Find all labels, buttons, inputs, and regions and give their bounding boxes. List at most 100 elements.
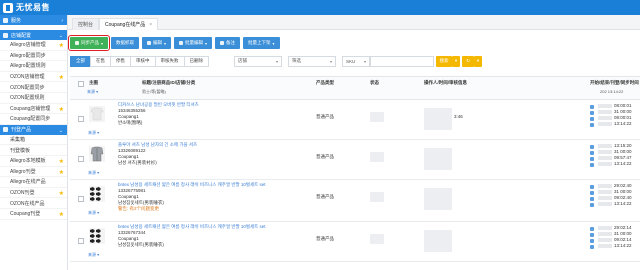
row-checkbox[interactable] — [78, 116, 84, 122]
sidebar-item[interactable]: Allegro配置规则 — [0, 61, 67, 72]
sidebar-item-label: 采集箱 — [10, 137, 26, 144]
times-column: 13:15:20 31 00:00 09:57:47 13:14:22 — [598, 143, 632, 167]
table-row[interactable]: 来源 ▾ bntex 남성용 세트패션 얇은 여름 정사 래쉬 비즈니스 캐주얼… — [70, 222, 640, 262]
sidebar-item[interactable]: OZON配置同步 — [0, 82, 67, 93]
product-thumbnail[interactable] — [89, 106, 105, 122]
product-thumbnail[interactable] — [89, 146, 105, 162]
button-label: 数据抓取 — [116, 40, 135, 45]
refresh-options-button[interactable]: ▾ — [474, 55, 482, 67]
data-fetch-button[interactable]: 数据抓取 — [111, 37, 140, 49]
calendar-icon — [590, 151, 594, 155]
product-thumbnail[interactable] — [89, 228, 105, 244]
sidebar-item[interactable]: Allegro在线产品 — [0, 177, 67, 188]
store-select[interactable]: 店铺 ▾ — [234, 55, 282, 67]
star-icon[interactable]: ★ — [59, 74, 64, 81]
start-time: 29:02:40 — [614, 183, 632, 188]
start-time: 29:02:14 — [614, 225, 632, 230]
star-icon[interactable]: ★ — [59, 169, 64, 176]
operator-info — [424, 108, 452, 130]
refresh-button[interactable]: ↻ — [462, 55, 474, 67]
source-dropdown[interactable]: 来源 ▾ — [88, 170, 99, 176]
search-options-button[interactable]: ▾ — [452, 55, 460, 67]
category: 남성잠옷세트(男装睡衣) — [118, 242, 164, 247]
note-button[interactable]: 备注 — [215, 37, 241, 49]
sidebar-item[interactable]: 采集箱 — [0, 135, 67, 146]
sidebar-section-publish[interactable]: 刊登产品 ⌄ — [0, 124, 67, 135]
sidebar-item[interactable]: Coupang店铺管理 ★ — [0, 104, 67, 115]
sidebar-item[interactable]: Allegro配置同步 — [0, 51, 67, 62]
table-row[interactable]: 来源 ▾ 디커쓰스 남녀공용 멀빈 오버핏 반팔 티셔츠 15346355256… — [70, 100, 640, 140]
status-select[interactable]: 筛选 ▾ — [288, 55, 336, 67]
batch-delist-button[interactable]: 批量上下架 ▾ — [243, 37, 280, 49]
end-time: 31 00:00 — [614, 149, 632, 154]
select-all-checkbox[interactable] — [78, 81, 84, 87]
star-icon[interactable]: ★ — [59, 211, 64, 218]
search-input[interactable] — [370, 55, 434, 67]
source-dropdown[interactable]: 来源 ▾ — [88, 130, 99, 136]
search-button[interactable]: 搜索 — [436, 55, 452, 67]
publish-time: 09:02:40 — [614, 195, 632, 200]
filter-tab[interactable]: 在售 — [90, 55, 111, 67]
chevron-down-icon: ▾ — [363, 58, 366, 64]
sidebar-item-label: OZON配置规则 — [10, 95, 45, 102]
app-logo[interactable]: 无忧易售 — [0, 0, 68, 15]
tab-label: Coupang在线产品 — [105, 22, 146, 28]
star-icon[interactable]: ★ — [59, 190, 64, 197]
sidebar-item-label: Allegro本地模板 — [10, 158, 46, 165]
product-thumbnail[interactable] — [89, 186, 105, 202]
filter-tab[interactable]: 全部 — [70, 55, 91, 67]
toolbar: 同步产品 ▾ 数据抓取 编辑 ▾ 批量编辑 ▾ 备注 批量上下架 ▾ — [67, 35, 280, 51]
row-checkbox[interactable] — [78, 156, 84, 162]
sidebar-item-label: OZON配置同步 — [10, 84, 45, 91]
filter-tab[interactable]: 审核中 — [130, 55, 156, 67]
top-bar — [0, 0, 640, 15]
chevron-down-icon: ▾ — [275, 58, 278, 64]
header-times[interactable]: 开始/结束/刊登/同步时间 — [590, 80, 639, 86]
source-dropdown[interactable]: 来源 ▾ — [88, 210, 99, 216]
close-icon[interactable]: × — [149, 22, 152, 28]
sidebar-item[interactable]: OZON配置规则 — [0, 93, 67, 104]
sidebar-item[interactable]: Allegro本地模板 ★ — [0, 156, 67, 167]
row-checkbox[interactable] — [78, 238, 84, 244]
source-dropdown[interactable]: 来源 ▾ — [87, 89, 98, 95]
publish-time: 09:02:14 — [614, 237, 632, 242]
batch-edit-button[interactable]: 批量编辑 ▾ — [174, 37, 213, 49]
sidebar-section-service[interactable]: 服务 › — [0, 15, 67, 25]
times-column: 08:00:01 31 00:00 08:00:01 13:14:22 — [598, 103, 632, 127]
calendar-icon — [590, 123, 594, 127]
sidebar-item[interactable]: Allegro刊登 ★ — [0, 167, 67, 178]
sidebar-item[interactable]: OZON店铺管理 ★ — [0, 72, 67, 83]
end-time: 31 00:00 — [614, 109, 632, 114]
chevron-icon: › — [61, 18, 63, 24]
row-checkbox[interactable] — [78, 196, 84, 202]
source-dropdown[interactable]: 来源 ▾ — [88, 252, 99, 258]
star-icon[interactable]: ★ — [59, 158, 64, 165]
sidebar-item[interactable]: Coupang配置同步 — [0, 114, 67, 125]
store-icon — [3, 32, 8, 38]
button-label: 批量编辑 — [185, 40, 204, 45]
filter-tab[interactable]: 停售 — [110, 55, 131, 67]
filter-tab[interactable]: 已删除 — [183, 55, 209, 67]
header-title[interactable]: 标题/注册商品ID/店铺/分类 — [142, 80, 195, 86]
sidebar-item[interactable]: OZON在线产品 — [0, 198, 67, 209]
edit-button[interactable]: 编辑 ▾ — [142, 37, 172, 49]
sync-products-button[interactable]: 同步产品 ▾ — [67, 35, 111, 51]
warning-text[interactable]: 警告: 有2个问题变更 — [118, 206, 328, 212]
sidebar-item[interactable]: Allegro店铺管理 ★ — [0, 40, 67, 51]
star-icon[interactable]: ★ — [59, 106, 64, 113]
button-label: 编辑 — [153, 40, 163, 45]
tab-coupang-online[interactable]: Coupang在线产品 × — [99, 18, 159, 30]
star-icon[interactable]: ★ — [59, 42, 64, 49]
calendar-icon — [590, 163, 594, 167]
sidebar-item-label: Allegro配置同步 — [10, 52, 46, 59]
sidebar-section-store-config[interactable]: 店铺配置 ⌄ — [0, 30, 67, 40]
calendar-icon — [590, 239, 594, 243]
sidebar-item[interactable]: Coupang刊登 ★ — [0, 209, 67, 220]
sidebar-item[interactable]: OZON刊登 ★ — [0, 188, 67, 199]
search-type-select[interactable]: SKU ▾ — [342, 55, 370, 67]
tab-console[interactable]: 控制台 — [72, 18, 100, 30]
table-row[interactable]: 来源 ▾ bntex 남성용 세트패션 얇은 여름 정사 래쉬 비즈니스 캐주얼… — [70, 180, 640, 222]
sidebar-item[interactable]: 刊登模板 — [0, 145, 67, 156]
filter-tab[interactable]: 审核失败 — [154, 55, 185, 67]
table-row[interactable]: 来源 ▾ 플루아 셔츠 남성 남자의 긴 소매 가을 셔츠 1332608912… — [70, 140, 640, 180]
